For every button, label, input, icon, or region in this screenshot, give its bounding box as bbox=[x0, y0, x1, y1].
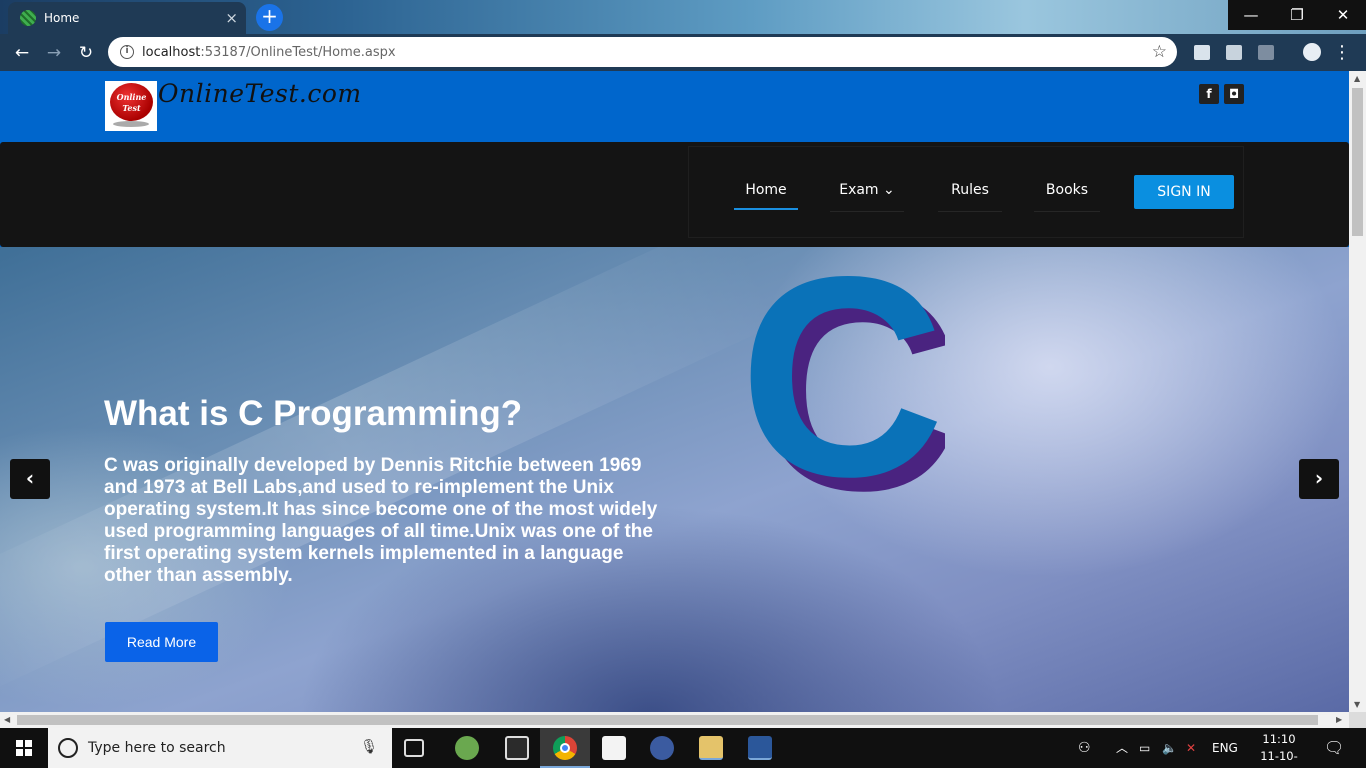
brand-name[interactable]: OnlineTest.com bbox=[158, 79, 362, 108]
horizontal-scroll-thumb[interactable] bbox=[17, 715, 1318, 725]
tray-chevron-up-icon[interactable]: ︿ bbox=[1116, 728, 1128, 768]
logo-text-bottom: Test bbox=[122, 103, 141, 113]
site-info-icon[interactable]: i bbox=[120, 45, 134, 59]
c-language-logo: C C bbox=[739, 267, 945, 507]
unity-icon[interactable] bbox=[505, 736, 529, 760]
address-bar[interactable]: i localhost:53187/OnlineTest/Home.aspx ☆ bbox=[108, 37, 1177, 67]
scrollbar-corner bbox=[1349, 712, 1366, 728]
url-host: localhost bbox=[142, 44, 201, 60]
vertical-scroll-thumb[interactable] bbox=[1352, 88, 1363, 236]
nav-home[interactable]: Home bbox=[734, 180, 798, 210]
browser-toolbar: ← → ↻ i localhost:53187/OnlineTest/Home.… bbox=[0, 34, 1366, 71]
instagram-icon[interactable]: ◘ bbox=[1224, 84, 1244, 104]
extension-clapper-icon[interactable] bbox=[1194, 45, 1210, 60]
volume-icon[interactable]: 🔈 bbox=[1162, 728, 1177, 768]
scroll-down-icon[interactable]: ▼ bbox=[1354, 700, 1360, 709]
extension-bookmark-icon[interactable] bbox=[1226, 45, 1242, 60]
nav-exam-label: Exam bbox=[839, 182, 879, 198]
windows-taskbar: Type here to search 🎙 ⚇ ︿ ▭ 🔈 ✕ ENG 11:1… bbox=[0, 728, 1366, 768]
new-tab-button[interactable]: + bbox=[256, 4, 283, 31]
action-center-icon[interactable]: 🗨 bbox=[1324, 728, 1344, 768]
read-more-button[interactable]: Read More bbox=[105, 622, 218, 662]
vertical-scrollbar[interactable]: ▲ ▼ bbox=[1349, 71, 1366, 712]
clock-time: 11:10 bbox=[1262, 732, 1296, 746]
hero-carousel: C C What is C Programming? C was origina… bbox=[0, 247, 1349, 712]
chrome-taskbar-slot[interactable] bbox=[540, 728, 590, 768]
nav-underline bbox=[938, 211, 1002, 212]
forward-button[interactable]: → bbox=[42, 41, 66, 65]
nav-rules-label: Rules bbox=[951, 182, 989, 198]
windows-logo-icon bbox=[16, 740, 32, 756]
chrome-icon bbox=[553, 736, 577, 760]
browser-tab-strip: Home × + — ❐ ✕ bbox=[0, 0, 1366, 34]
word-icon[interactable] bbox=[748, 736, 772, 760]
microsoft-store-icon[interactable] bbox=[602, 736, 626, 760]
url-path: :53187/OnlineTest/Home.aspx bbox=[200, 44, 396, 60]
people-icon[interactable]: ⚇ bbox=[1078, 728, 1091, 768]
carousel-next-button[interactable]: › bbox=[1299, 459, 1339, 499]
language-indicator[interactable]: ENG bbox=[1212, 728, 1238, 768]
taskbar-clock[interactable]: 11:10 11-10-2018 bbox=[1248, 731, 1310, 768]
battery-icon[interactable]: ▭ bbox=[1139, 728, 1150, 768]
chevron-down-icon: ⌄ bbox=[883, 182, 895, 198]
nav-underline bbox=[1034, 211, 1100, 212]
extension-pdf-icon[interactable] bbox=[1258, 45, 1274, 60]
restore-button[interactable]: ❐ bbox=[1274, 0, 1320, 30]
nav-rules[interactable]: Rules bbox=[938, 180, 1002, 212]
carousel-prev-button[interactable]: ‹ bbox=[10, 459, 50, 499]
logo-shadow bbox=[113, 121, 149, 127]
nav-exam[interactable]: Exam ⌄ bbox=[830, 180, 904, 212]
task-view-icon[interactable] bbox=[404, 739, 424, 757]
network-icon[interactable]: ✕ bbox=[1186, 728, 1196, 768]
start-button[interactable] bbox=[0, 728, 48, 768]
file-explorer-tools-icon[interactable] bbox=[699, 736, 723, 760]
microphone-icon[interactable]: 🎙 bbox=[360, 739, 378, 755]
nav-books[interactable]: Books bbox=[1034, 180, 1100, 212]
c-letter: C bbox=[739, 267, 945, 507]
android-studio-icon[interactable] bbox=[455, 736, 479, 760]
nav-underline bbox=[830, 211, 904, 212]
account-icon[interactable] bbox=[1303, 43, 1321, 61]
site-logo[interactable]: Online Test bbox=[105, 81, 157, 131]
browser-tab-home[interactable]: Home × bbox=[8, 2, 246, 34]
scroll-left-icon[interactable]: ◀ bbox=[4, 715, 10, 724]
sign-in-button[interactable]: SIGN IN bbox=[1134, 175, 1234, 209]
main-navbar: Home Exam ⌄ Rules Books SIGN IN bbox=[0, 142, 1349, 247]
site-favicon-icon bbox=[20, 10, 36, 26]
minimize-button[interactable]: — bbox=[1228, 0, 1274, 30]
clock-date: 11-10-2018 bbox=[1260, 749, 1298, 768]
horizontal-scrollbar[interactable]: ◀ ▶ bbox=[0, 712, 1349, 728]
taskbar-search-placeholder: Type here to search bbox=[88, 740, 226, 756]
logo-bubble: Online Test bbox=[110, 83, 153, 121]
facebook-icon[interactable]: f bbox=[1199, 84, 1219, 104]
scroll-up-icon[interactable]: ▲ bbox=[1354, 74, 1360, 83]
visual-studio-infinity-icon[interactable] bbox=[650, 736, 674, 760]
hero-description: C was originally developed by Dennis Rit… bbox=[104, 455, 658, 586]
tab-title: Home bbox=[44, 11, 80, 25]
bookmark-star-icon[interactable]: ☆ bbox=[1152, 42, 1167, 62]
site-header: Online Test OnlineTest.com f ◘ bbox=[0, 71, 1349, 142]
back-button[interactable]: ← bbox=[10, 41, 34, 65]
web-page: Online Test OnlineTest.com f ◘ Home Exam… bbox=[0, 71, 1349, 712]
hero-title: What is C Programming? bbox=[104, 394, 523, 433]
reload-button[interactable]: ↻ bbox=[74, 41, 98, 65]
cortana-icon[interactable] bbox=[58, 738, 78, 758]
menu-kebab-icon[interactable]: ⋮ bbox=[1330, 41, 1354, 65]
tab-close-icon[interactable]: × bbox=[225, 9, 238, 27]
nav-books-label: Books bbox=[1045, 182, 1089, 198]
logo-text-top: Online bbox=[116, 92, 147, 102]
nav-home-label: Home bbox=[745, 182, 787, 198]
taskbar-search-box[interactable]: Type here to search 🎙 bbox=[48, 728, 392, 768]
close-window-button[interactable]: ✕ bbox=[1320, 0, 1366, 30]
scroll-right-icon[interactable]: ▶ bbox=[1336, 715, 1342, 724]
